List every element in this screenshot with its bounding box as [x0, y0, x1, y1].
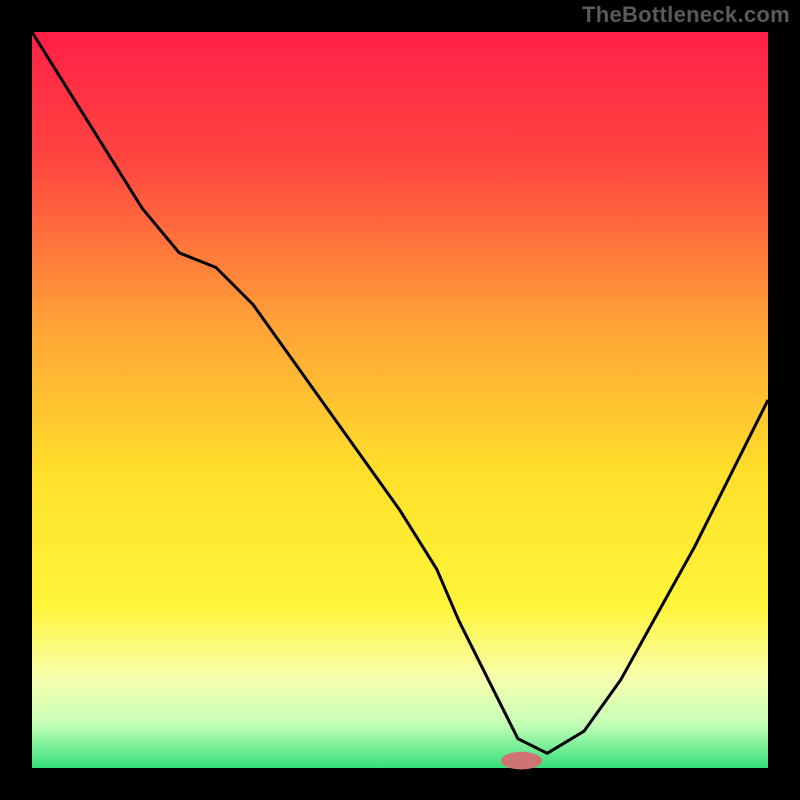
chart-svg — [0, 0, 800, 800]
bottleneck-chart: TheBottleneck.com — [0, 0, 800, 800]
plot-background — [32, 32, 768, 768]
watermark-text: TheBottleneck.com — [582, 2, 790, 28]
optimal-marker — [501, 752, 542, 770]
